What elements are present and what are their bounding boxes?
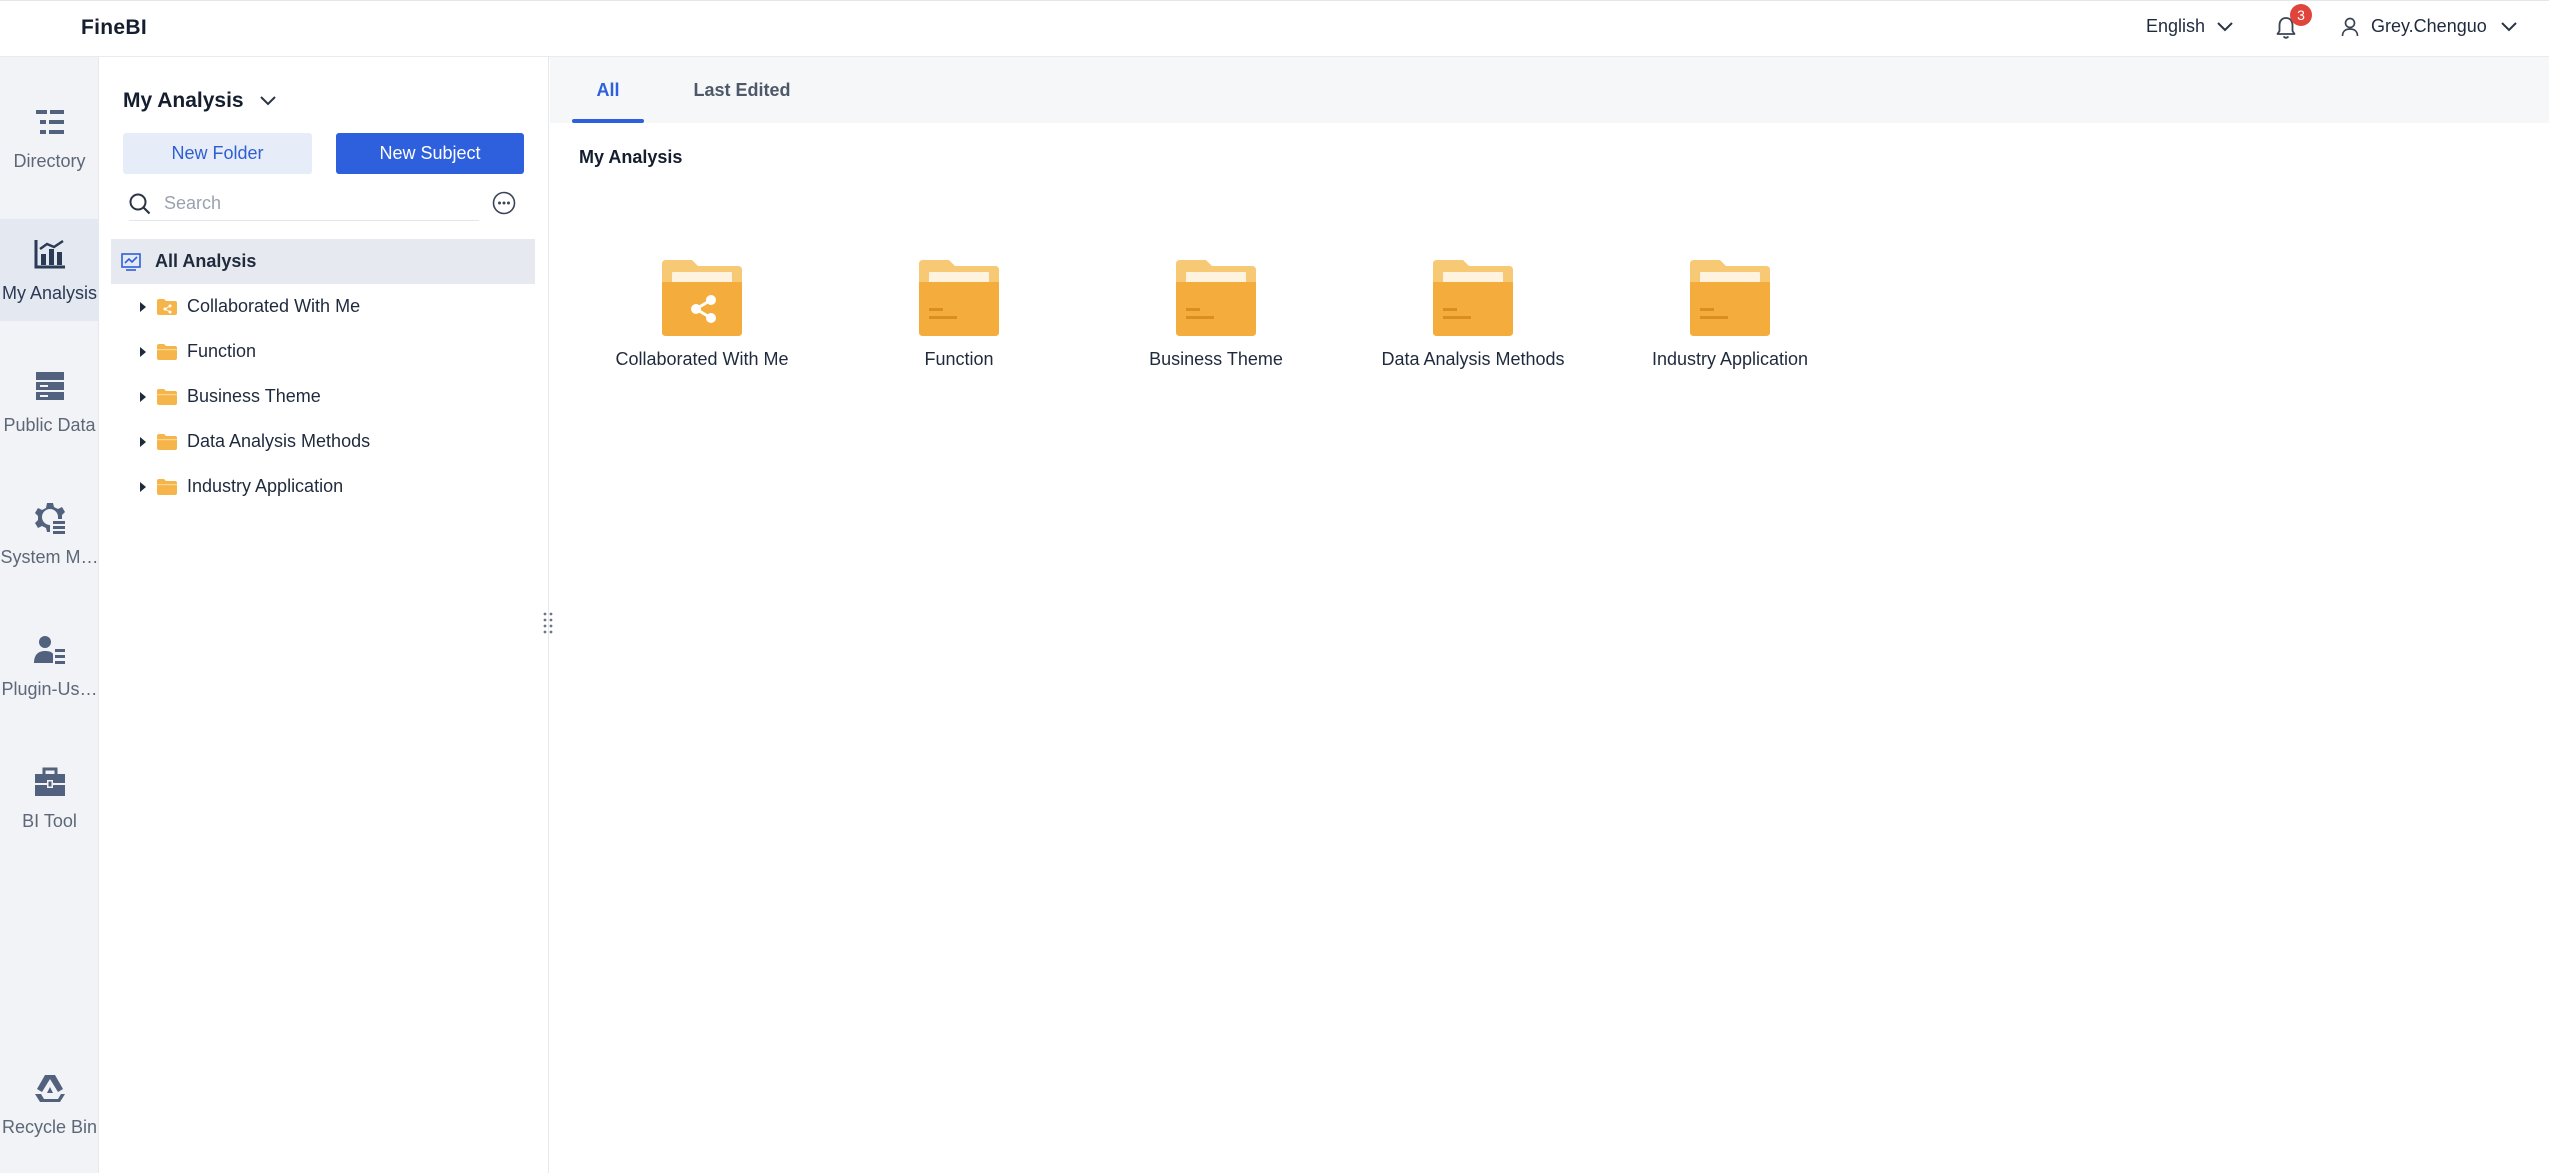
user-menu[interactable]: Grey.Chenguo xyxy=(2341,16,2517,37)
folder-tile-industry-application[interactable]: Industry Application xyxy=(1620,258,1840,388)
tree-item-data-analysis-methods[interactable]: Data Analysis Methods xyxy=(111,419,535,464)
caret-right-icon[interactable] xyxy=(139,481,147,493)
folder-tile-label: Function xyxy=(924,349,993,370)
tabs-bar: All Last Edited xyxy=(550,57,2549,123)
rail-item-recycle-bin[interactable]: Recycle Bin xyxy=(0,1053,99,1155)
shared-folder-icon xyxy=(157,299,177,315)
rail-label: BI Tool xyxy=(22,811,77,832)
folder-tile-collaborated-with-me[interactable]: Collaborated With Me xyxy=(592,258,812,388)
user-name: Grey.Chenguo xyxy=(2371,16,2487,37)
tree-item-label: Industry Application xyxy=(187,476,343,497)
panel-title-dropdown[interactable]: My Analysis xyxy=(123,89,276,113)
tree-item-label: Data Analysis Methods xyxy=(187,431,370,452)
more-options-icon[interactable] xyxy=(492,191,516,215)
folder-icon xyxy=(157,479,177,495)
tree-root-label: All Analysis xyxy=(155,251,256,272)
notification-badge: 3 xyxy=(2290,4,2312,26)
search-box xyxy=(129,187,479,221)
rail-item-directory[interactable]: Directory xyxy=(0,87,99,189)
rail-label: Directory xyxy=(13,151,85,172)
folder-icon xyxy=(1429,258,1517,338)
rail-item-public-data[interactable]: Public Data xyxy=(0,351,99,453)
folder-tile-function[interactable]: Function xyxy=(849,258,1069,388)
folder-icon xyxy=(157,344,177,360)
nav-rail: Directory My Analysis Public Data xyxy=(0,57,99,1173)
analysis-icon xyxy=(121,253,141,271)
tab-last-edited[interactable]: Last Edited xyxy=(682,57,802,123)
user-list-icon xyxy=(33,633,67,667)
folder-icon xyxy=(157,434,177,450)
folder-tile-label: Data Analysis Methods xyxy=(1381,349,1564,370)
folder-icon xyxy=(1172,258,1260,338)
database-icon xyxy=(33,369,67,403)
rail-label: Public Data xyxy=(3,415,95,436)
folder-icon xyxy=(1686,258,1774,338)
folder-tile-business-theme[interactable]: Business Theme xyxy=(1106,258,1326,388)
tab-all[interactable]: All xyxy=(572,57,644,123)
directory-icon xyxy=(33,105,67,139)
tree-item-business-theme[interactable]: Business Theme xyxy=(111,374,535,419)
caret-right-icon[interactable] xyxy=(139,391,147,403)
folder-tile-label: Industry Application xyxy=(1652,349,1808,370)
chart-icon xyxy=(33,237,67,271)
top-bar: FineBI English 3 Grey.Chenguo xyxy=(0,0,2549,57)
shared-folder-icon xyxy=(658,258,746,338)
panel-title: My Analysis xyxy=(123,89,244,113)
app-logo: FineBI xyxy=(81,16,147,40)
tree-item-label: Business Theme xyxy=(187,386,321,407)
rail-label: System M… xyxy=(0,547,98,568)
chevron-down-icon xyxy=(260,96,276,106)
rail-label: Recycle Bin xyxy=(2,1117,97,1138)
rail-item-system-management[interactable]: System M… xyxy=(0,483,99,585)
chevron-down-icon xyxy=(2501,22,2517,32)
rail-item-bi-tool[interactable]: BI Tool xyxy=(0,747,99,849)
tree-item-label: Collaborated With Me xyxy=(187,296,360,317)
rail-label: Plugin-Us… xyxy=(1,679,97,700)
search-input[interactable] xyxy=(164,193,464,214)
directory-panel: My Analysis New Folder New Subject All A… xyxy=(99,57,549,1173)
tree-root-all-analysis[interactable]: All Analysis xyxy=(111,239,535,284)
caret-right-icon[interactable] xyxy=(139,301,147,313)
resize-handle-icon[interactable] xyxy=(540,610,556,636)
user-icon xyxy=(2341,17,2359,37)
settings-icon xyxy=(33,501,67,535)
rail-item-plugin-users[interactable]: Plugin-Us… xyxy=(0,615,99,717)
tree-item-industry-application[interactable]: Industry Application xyxy=(111,464,535,509)
recycle-icon xyxy=(33,1071,67,1105)
folder-tile-label: Business Theme xyxy=(1149,349,1283,370)
new-subject-button[interactable]: New Subject xyxy=(336,133,524,174)
folder-icon xyxy=(157,389,177,405)
folder-icon xyxy=(915,258,1003,338)
language-label: English xyxy=(2146,16,2205,37)
chevron-down-icon xyxy=(2217,22,2233,32)
toolbox-icon xyxy=(33,765,67,799)
caret-right-icon[interactable] xyxy=(139,346,147,358)
folder-tile-label: Collaborated With Me xyxy=(615,349,788,370)
caret-right-icon[interactable] xyxy=(139,436,147,448)
tree-item-label: Function xyxy=(187,341,256,362)
tree-item-collaborated-with-me[interactable]: Collaborated With Me xyxy=(111,284,535,329)
language-selector[interactable]: English xyxy=(2146,16,2233,37)
search-icon xyxy=(129,193,151,215)
rail-label: My Analysis xyxy=(2,283,97,304)
folder-tile-data-analysis-methods[interactable]: Data Analysis Methods xyxy=(1363,258,1583,388)
new-folder-button[interactable]: New Folder xyxy=(123,133,312,174)
rail-item-my-analysis[interactable]: My Analysis xyxy=(0,219,99,321)
breadcrumb: My Analysis xyxy=(579,147,682,168)
tree-item-function[interactable]: Function xyxy=(111,329,535,374)
